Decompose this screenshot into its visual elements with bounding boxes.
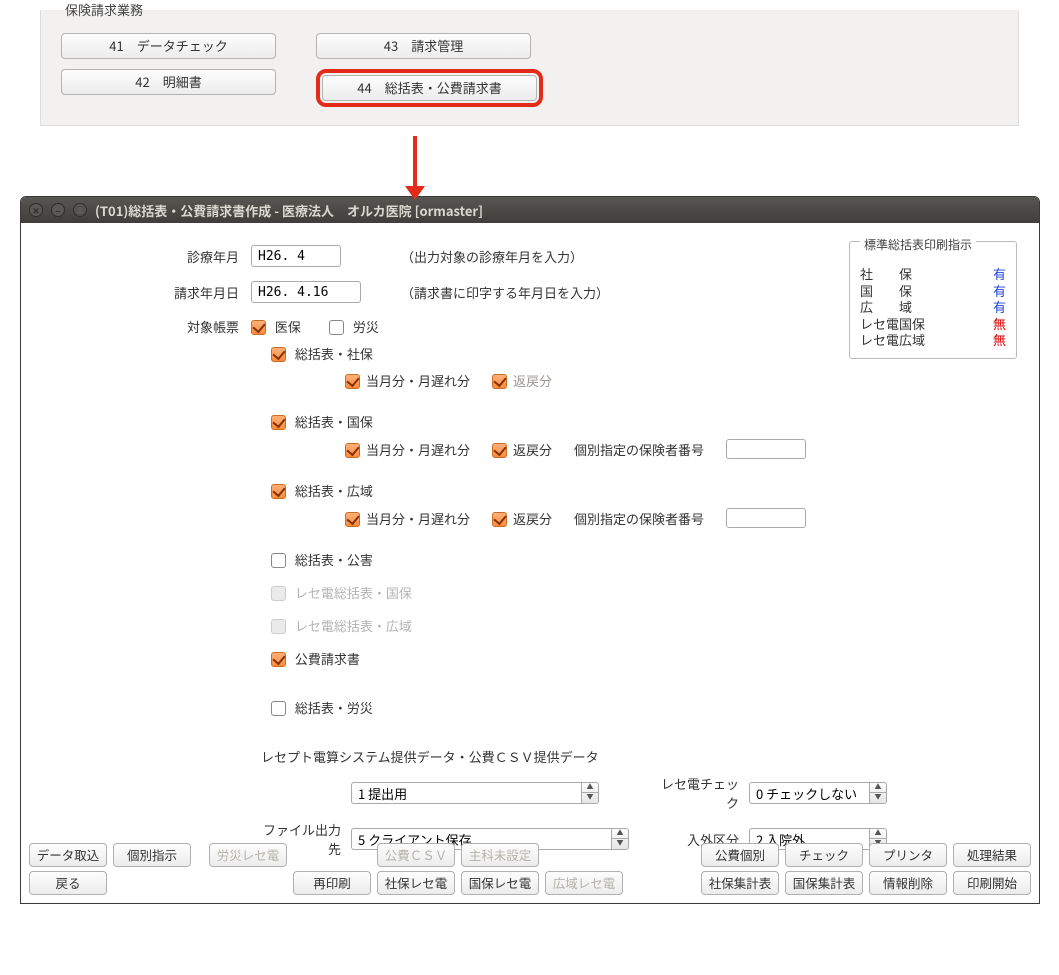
btn-情報削除[interactable]: 情報削除 bbox=[869, 871, 947, 895]
menu-btn-43[interactable]: 43 請求管理 bbox=[316, 33, 531, 59]
check-spinner[interactable]: ▲▼ bbox=[869, 782, 887, 804]
arrow-annotation bbox=[413, 136, 417, 196]
rece-koiki-label: レセ電総括表・広域 bbox=[295, 616, 412, 635]
btn-公費ＣＳＶ: 公費ＣＳＶ bbox=[377, 843, 455, 867]
koiki-checkbox[interactable] bbox=[271, 484, 286, 499]
purpose-combo[interactable] bbox=[351, 782, 581, 804]
koiki-label: 総括表・広域 bbox=[295, 481, 373, 500]
rece-kokuho-checkbox bbox=[271, 586, 286, 601]
titlebar: ✕ – ▢ (T01)総括表・公費請求書作成 - 医療法人 オルカ医院 [orm… bbox=[21, 197, 1039, 223]
iho-label: 医保 bbox=[275, 317, 301, 336]
kogai-checkbox[interactable] bbox=[271, 553, 286, 568]
kokuho-henrei-checkbox[interactable] bbox=[492, 443, 507, 458]
btn-印刷開始[interactable]: 印刷開始 bbox=[953, 871, 1031, 895]
menu-btn-42[interactable]: 42 明細書 bbox=[61, 69, 276, 95]
shaho-henrei-checkbox[interactable] bbox=[492, 374, 507, 389]
kokuho-checkbox[interactable] bbox=[271, 415, 286, 430]
kokuho-label: 総括表・国保 bbox=[295, 412, 373, 431]
sokatsu-rosai-checkbox[interactable] bbox=[271, 701, 286, 716]
btn-再印刷[interactable]: 再印刷 bbox=[293, 871, 371, 895]
kogai-label: 総括表・公害 bbox=[295, 550, 373, 569]
medical-ym-label: 診療年月 bbox=[151, 247, 251, 266]
rece-kokuho-label: レセ電総括表・国保 bbox=[295, 583, 412, 602]
iho-checkbox[interactable] bbox=[251, 320, 266, 335]
menu-btn-44[interactable]: 44 総括表・公費請求書 bbox=[322, 75, 537, 101]
btn-国保集計表[interactable]: 国保集計表 bbox=[785, 871, 863, 895]
window-title: (T01)総括表・公費請求書作成 - 医療法人 オルカ医院 [ormaster] bbox=[95, 201, 483, 220]
bottom-button-bar: データ取込個別指示労災レセ電 公費ＣＳＶ主科未設定 公費個別チェックプリンタ処理結果… bbox=[29, 839, 1031, 895]
rece-koiki-checkbox bbox=[271, 619, 286, 634]
koiki-kobetsu-label: 個別指定の保険者番号 bbox=[574, 509, 704, 528]
sokatsu-rosai-label: 総括表・労災 bbox=[295, 698, 373, 717]
btn-公費個別[interactable]: 公費個別 bbox=[701, 843, 779, 867]
claim-date-hint: （請求書に印字する年月日を入力） bbox=[401, 283, 609, 302]
target-label: 対象帳票 bbox=[151, 317, 251, 336]
btn-戻る[interactable]: 戻る bbox=[29, 871, 107, 895]
medical-ym-input[interactable] bbox=[251, 245, 341, 267]
check-combo[interactable] bbox=[749, 782, 869, 804]
koiki-henrei-checkbox[interactable] bbox=[492, 512, 507, 527]
insurance-menu-legend: 保険請求業務 bbox=[61, 0, 147, 19]
shaho-checkbox[interactable] bbox=[271, 347, 286, 362]
claim-date-input[interactable] bbox=[251, 281, 361, 303]
koiki-togetsu-checkbox[interactable] bbox=[345, 512, 360, 527]
minimize-icon[interactable]: – bbox=[51, 203, 65, 217]
btn-プリンタ[interactable]: プリンタ bbox=[869, 843, 947, 867]
menu-btn-41[interactable]: 41 データチェック bbox=[61, 33, 276, 59]
btn-社保レセ電[interactable]: 社保レセ電 bbox=[377, 871, 455, 895]
check-label: レセ電チェック bbox=[649, 774, 749, 812]
rosai-label: 労災 bbox=[353, 317, 379, 336]
btn-主科未設定: 主科未設定 bbox=[461, 843, 539, 867]
koiki-kobetsu-input[interactable] bbox=[726, 508, 806, 528]
shaho-label: 総括表・社保 bbox=[295, 344, 373, 363]
insurance-menu-panel: 保険請求業務 41 データチェック 43 請求管理 42 明細書 44 総括表・… bbox=[40, 0, 1019, 126]
btn-広域レセ電: 広域レセ電 bbox=[545, 871, 623, 895]
print-instruction-legend: 標準総括表印刷指示 bbox=[860, 236, 976, 253]
shaho-togetsu-checkbox[interactable] bbox=[345, 374, 360, 389]
rosai-checkbox[interactable] bbox=[329, 320, 344, 335]
close-icon[interactable]: ✕ bbox=[29, 203, 43, 217]
btn-データ取込[interactable]: データ取込 bbox=[29, 843, 107, 867]
btn-社保集計表[interactable]: 社保集計表 bbox=[701, 871, 779, 895]
kokuho-kobetsu-label: 個別指定の保険者番号 bbox=[574, 440, 704, 459]
kohi-checkbox[interactable] bbox=[271, 652, 286, 667]
btn-国保レセ電[interactable]: 国保レセ電 bbox=[461, 871, 539, 895]
kokuho-kobetsu-input[interactable] bbox=[726, 439, 806, 459]
btn-労災レセ電: 労災レセ電 bbox=[209, 843, 287, 867]
kokuho-togetsu-checkbox[interactable] bbox=[345, 443, 360, 458]
print-instruction-row: レセ電広域無 bbox=[860, 330, 1006, 350]
btn-処理結果[interactable]: 処理結果 bbox=[953, 843, 1031, 867]
highlight-44: 44 総括表・公費請求書 bbox=[316, 69, 543, 107]
main-window: ✕ – ▢ (T01)総括表・公費請求書作成 - 医療法人 オルカ医院 [orm… bbox=[20, 196, 1040, 904]
medical-ym-hint: （出力対象の診療年月を入力） bbox=[401, 247, 583, 266]
btn-チェック[interactable]: チェック bbox=[785, 843, 863, 867]
maximize-icon[interactable]: ▢ bbox=[73, 203, 87, 217]
csv-header: レセプト電算システム提供データ・公費ＣＳＶ提供データ bbox=[261, 747, 1009, 766]
btn-個別指示[interactable]: 個別指示 bbox=[113, 843, 191, 867]
claim-date-label: 請求年月日 bbox=[151, 283, 251, 302]
print-instruction-panel: 標準総括表印刷指示 社 保有国 保有広 域有レセ電国保無レセ電広域無 bbox=[849, 241, 1017, 359]
purpose-spinner[interactable]: ▲▼ bbox=[581, 782, 599, 804]
kohi-label: 公費請求書 bbox=[295, 649, 360, 668]
